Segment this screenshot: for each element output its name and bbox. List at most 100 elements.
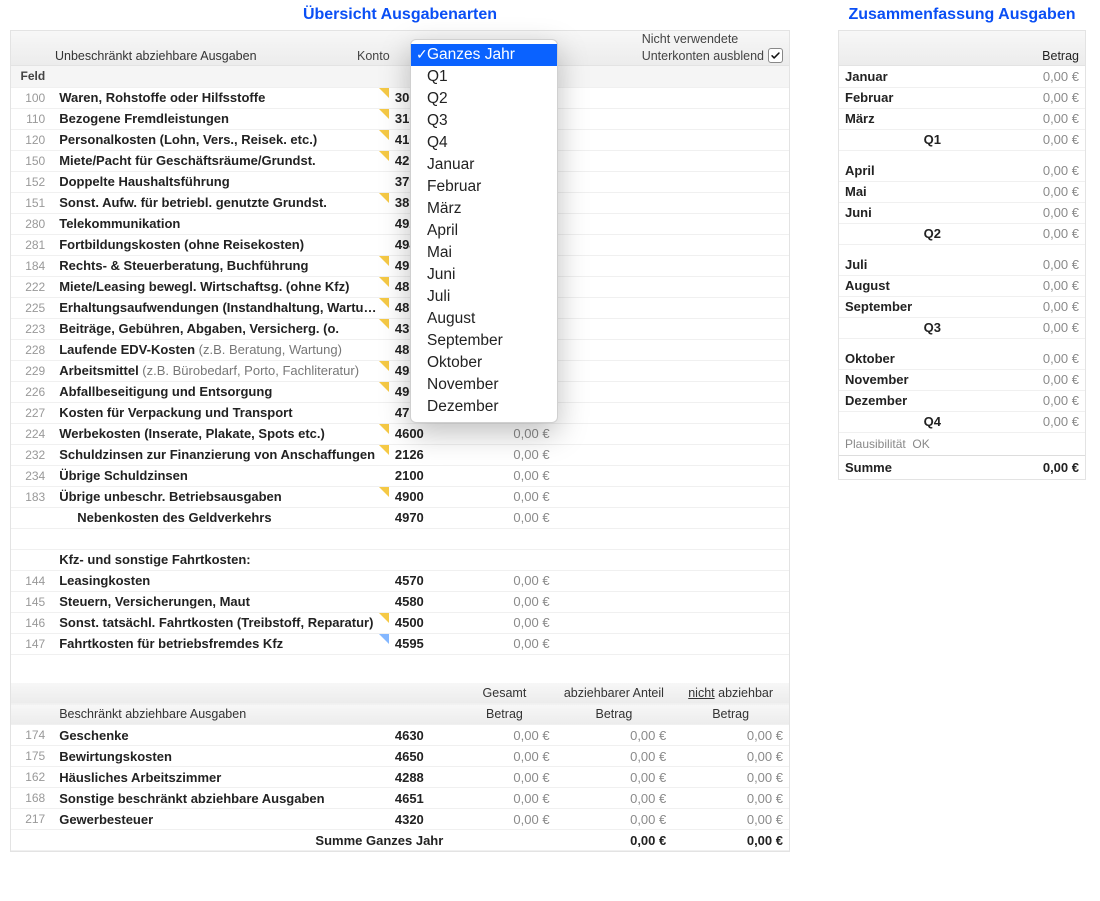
row-code: 110: [11, 108, 53, 129]
table-row[interactable]: 144Leasingkosten45700,00 €: [11, 570, 789, 591]
table-row[interactable]: 224Werbekosten (Inserate, Plakate, Spots…: [11, 423, 789, 444]
row-amount-total[interactable]: 0,00 €: [453, 725, 555, 746]
summary-month-row: Oktober0,00 €: [839, 348, 1085, 369]
summary-month-row: November0,00 €: [839, 369, 1085, 390]
month-label: Juni: [839, 202, 951, 223]
period-option[interactable]: Januar: [411, 154, 557, 176]
period-option[interactable]: Q1: [411, 66, 557, 88]
row-amount-deduct[interactable]: 0,00 €: [556, 767, 673, 788]
period-option[interactable]: Q4: [411, 132, 557, 154]
summary-month-row: April0,00 €: [839, 160, 1085, 181]
period-option[interactable]: Q2: [411, 88, 557, 110]
row-amount-deduct[interactable]: 0,00 €: [556, 809, 673, 830]
row-desc: Sonst. Aufw. für betriebl. genutzte Grun…: [53, 192, 389, 213]
row-amount-deduct[interactable]: 0,00 €: [556, 788, 673, 809]
table-row[interactable]: 184Rechts- & Steuerberatung, Buchführung…: [11, 255, 789, 276]
table-row[interactable]: 229Arbeitsmittel (z.B. Bürobedarf, Porto…: [11, 360, 789, 381]
row-amount[interactable]: 0,00 €: [453, 633, 555, 654]
expenses-table: Feld 100Waren, Rohstoffe oder Hilfsstoff…: [11, 66, 789, 655]
period-option[interactable]: November: [411, 374, 557, 396]
table-row[interactable]: 100Waren, Rohstoffe oder Hilfsstoffe3000…: [11, 87, 789, 108]
row-konto: 4651: [389, 788, 453, 809]
table-row[interactable]: 281Fortbildungskosten (ohne Reisekosten)…: [11, 234, 789, 255]
row-amount[interactable]: 0,00 €: [453, 570, 555, 591]
row-code: 229: [11, 360, 53, 381]
row-amount-nondeduct[interactable]: 0,00 €: [672, 809, 789, 830]
row-amount-nondeduct[interactable]: 0,00 €: [672, 725, 789, 746]
row-amount-nondeduct[interactable]: 0,00 €: [672, 746, 789, 767]
period-option[interactable]: Mai: [411, 242, 557, 264]
table-row[interactable]: 223Beiträge, Gebühren, Abgaben, Versiche…: [11, 318, 789, 339]
summary-quarter-row: Q20,00 €: [839, 223, 1085, 244]
table-row[interactable]: 217Gewerbesteuer43200,00 €0,00 €0,00 €: [11, 809, 789, 830]
header-unused-label: Nicht verwendete: [642, 32, 739, 46]
table-row[interactable]: 110Bezogene Fremdleistungen31000,00 €: [11, 108, 789, 129]
table-row[interactable]: 183Übrige unbeschr. Betriebsausgaben4900…: [11, 486, 789, 507]
row-amount-nondeduct[interactable]: 0,00 €: [672, 788, 789, 809]
table-row[interactable]: 174Geschenke46300,00 €0,00 €0,00 €: [11, 725, 789, 746]
table-row[interactable]: Nebenkosten des Geldverkehrs49700,00 €: [11, 507, 789, 528]
table-row[interactable]: 162Häusliches Arbeitszimmer42880,00 €0,0…: [11, 767, 789, 788]
month-value: 0,00 €: [951, 87, 1085, 108]
table-row[interactable]: 151Sonst. Aufw. für betriebl. genutzte G…: [11, 192, 789, 213]
table-row[interactable]: 120Personalkosten (Lohn, Vers., Reisek. …: [11, 129, 789, 150]
table-row[interactable]: 234Übrige Schuldzinsen21000,00 €: [11, 465, 789, 486]
row-amount[interactable]: 0,00 €: [453, 486, 555, 507]
row-amount[interactable]: 0,00 €: [453, 612, 555, 633]
period-option[interactable]: Q3: [411, 110, 557, 132]
row-amount[interactable]: 0,00 €: [453, 444, 555, 465]
row-amount-total[interactable]: 0,00 €: [453, 809, 555, 830]
table-row[interactable]: 175Bewirtungskosten46500,00 €0,00 €0,00 …: [11, 746, 789, 767]
row-amount[interactable]: 0,00 €: [453, 465, 555, 486]
row-code: 146: [11, 612, 53, 633]
row-code: 225: [11, 297, 53, 318]
row-desc: Miete/Pacht für Geschäftsräume/Grundst.: [53, 150, 389, 171]
row-amount[interactable]: 0,00 €: [453, 423, 555, 444]
table-row[interactable]: 152Doppelte Haushaltsführung37990,00 €: [11, 171, 789, 192]
row-amount-total[interactable]: 0,00 €: [453, 767, 555, 788]
row-amount[interactable]: 0,00 €: [453, 591, 555, 612]
row-amount-deduct[interactable]: 0,00 €: [556, 746, 673, 767]
col-abzieh: abziehbarer Anteil: [556, 683, 673, 704]
period-option[interactable]: Februar: [411, 176, 557, 198]
period-option[interactable]: April: [411, 220, 557, 242]
row-amount-deduct[interactable]: 0,00 €: [556, 725, 673, 746]
row-amount-total[interactable]: 0,00 €: [453, 746, 555, 767]
table-row[interactable]: 225Erhaltungsaufwendungen (Instandhaltun…: [11, 297, 789, 318]
table-row[interactable]: 227Kosten für Verpackung und Transport47…: [11, 402, 789, 423]
table-row[interactable]: 168Sonstige beschränkt abziehbare Ausgab…: [11, 788, 789, 809]
row-desc: Leasingkosten: [53, 570, 389, 591]
table-row[interactable]: 222Miete/Leasing bewegl. Wirtschaftsg. (…: [11, 276, 789, 297]
row-amount-total[interactable]: 0,00 €: [453, 788, 555, 809]
row-code: 144: [11, 570, 53, 591]
table-row[interactable]: 146Sonst. tatsächl. Fahrtkosten (Treibst…: [11, 612, 789, 633]
table-row[interactable]: 228Laufende EDV-Kosten (z.B. Beratung, W…: [11, 339, 789, 360]
period-option[interactable]: August: [411, 308, 557, 330]
summary-sum-row: Summe 0,00 €: [839, 455, 1085, 479]
row-code: 222: [11, 276, 53, 297]
period-option[interactable]: Dezember: [411, 396, 557, 418]
row-amount[interactable]: 0,00 €: [453, 507, 555, 528]
period-option[interactable]: Juli: [411, 286, 557, 308]
period-option[interactable]: März: [411, 198, 557, 220]
table-row[interactable]: 280Telekommunikation49200,00 €: [11, 213, 789, 234]
period-option[interactable]: Ganzes Jahr: [411, 44, 557, 66]
table-row[interactable]: 145Steuern, Versicherungen, Maut45800,00…: [11, 591, 789, 612]
period-option[interactable]: Juni: [411, 264, 557, 286]
period-option[interactable]: September: [411, 330, 557, 352]
table-row[interactable]: 150Miete/Pacht für Geschäftsräume/Grunds…: [11, 150, 789, 171]
row-desc: Sonstige beschränkt abziehbare Ausgaben: [53, 788, 389, 809]
table-row[interactable]: 232Schuldzinsen zur Finanzierung von Ans…: [11, 444, 789, 465]
table-row[interactable]: 226Abfallbeseitigung und Entsorgung49690…: [11, 381, 789, 402]
summary-month-row: Juli0,00 €: [839, 254, 1085, 275]
period-dropdown[interactable]: Ganzes JahrQ1Q2Q3Q4JanuarFebruarMärzApri…: [410, 39, 558, 423]
row-desc: Gewerbesteuer: [53, 809, 389, 830]
month-value: 0,00 €: [951, 390, 1085, 411]
period-option[interactable]: Oktober: [411, 352, 557, 374]
row-desc: Kosten für Verpackung und Transport: [53, 402, 389, 423]
summary-table: Januar0,00 €Februar0,00 €März0,00 €Q10,0…: [839, 66, 1085, 433]
table-row[interactable]: 147Fahrtkosten für betriebsfremdes Kfz45…: [11, 633, 789, 654]
sum-value-nicht: 0,00 €: [672, 830, 789, 851]
row-amount-nondeduct[interactable]: 0,00 €: [672, 767, 789, 788]
hide-subaccounts-checkbox[interactable]: [768, 48, 783, 63]
